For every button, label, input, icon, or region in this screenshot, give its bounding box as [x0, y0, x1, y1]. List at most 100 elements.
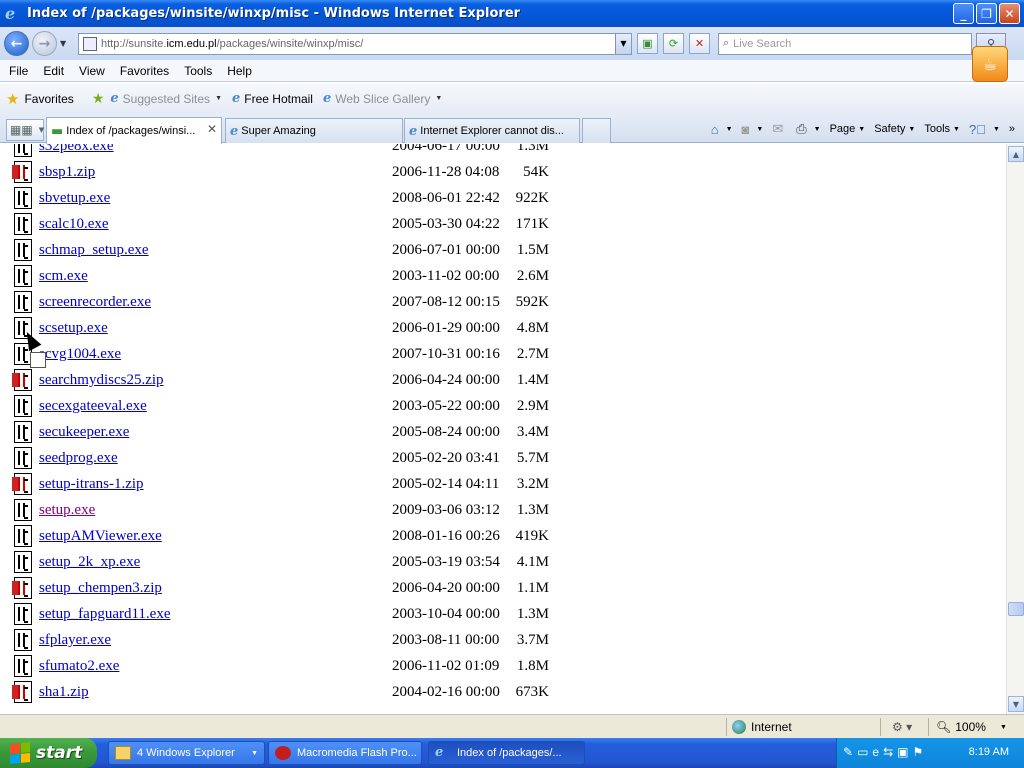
list-item: secexgateeval.exe 2003-05-22 00:00 2.9M: [0, 395, 1000, 421]
add-favorite-icon[interactable]: ★: [92, 90, 105, 107]
fav-suggested-sites[interactable]: e Suggested Sites ▼: [110, 91, 222, 106]
address-dropdown[interactable]: ▼: [615, 33, 631, 54]
address-bar[interactable]: http://sunsite.icm.edu.pl/packages/winsi…: [78, 32, 632, 55]
tray-ie-icon[interactable]: e: [872, 745, 879, 759]
fav-free-hotmail[interactable]: e Free Hotmail: [232, 91, 313, 106]
toolbar-addon-icon[interactable]: ☕: [972, 46, 1008, 82]
file-link[interactable]: seedprog.exe: [39, 450, 118, 467]
file-date: 2006-07-01 00:00: [392, 242, 500, 258]
file-link[interactable]: secexgateeval.exe: [39, 398, 147, 415]
taskbar-ie[interactable]: e Index of /packages/...: [428, 741, 585, 765]
tray-tool-icon[interactable]: ✎: [843, 745, 853, 759]
file-link[interactable]: scm.exe: [39, 268, 88, 285]
zoom-level[interactable]: 🔍︎ 100% ▼: [936, 720, 1007, 734]
compatibility-view-button[interactable]: ▣: [637, 33, 658, 54]
list-item: s32pe8x.exe 2004-06-17 00:00 1.3M: [0, 144, 1000, 161]
file-link[interactable]: sbvetup.exe: [39, 190, 110, 207]
file-link[interactable]: scsetup.exe: [39, 320, 108, 337]
file-link[interactable]: s32pe8x.exe: [39, 144, 114, 155]
tray-flag-icon[interactable]: ⚑: [913, 745, 924, 759]
more-chevron[interactable]: »: [1009, 123, 1015, 135]
taskbar-windows-explorer[interactable]: 4 Windows Explorer ▼: [108, 741, 265, 765]
file-link[interactable]: schmap_setup.exe: [39, 242, 149, 259]
refresh-button[interactable]: ⟳: [663, 33, 684, 54]
chevron-down-icon: ▼: [435, 95, 443, 102]
tray-network-icon[interactable]: ⇆: [883, 745, 893, 759]
file-date: 2007-10-31 00:16: [392, 346, 500, 362]
list-item: setupAMViewer.exe 2008-01-16 00:26 419K: [0, 525, 1000, 551]
feeds-button[interactable]: ◙ ▼: [742, 122, 764, 137]
file-size: 673K: [515, 684, 549, 700]
start-button[interactable]: start: [0, 738, 97, 768]
file-link[interactable]: setup.exe: [39, 502, 95, 519]
menu-file[interactable]: File: [3, 64, 34, 78]
file-link[interactable]: sfplayer.exe: [39, 632, 111, 649]
file-size: 2.6M: [516, 268, 549, 284]
address-row: ← → ▼ http://sunsite.icm.edu.pl/packages…: [0, 27, 1024, 60]
file-link[interactable]: setup-itrans-1.zip: [39, 476, 144, 493]
back-button[interactable]: ←: [4, 31, 29, 56]
tray-security-icon[interactable]: ▣: [897, 745, 908, 759]
printer-icon: ⎙: [796, 121, 807, 136]
close-button[interactable]: ✕: [999, 3, 1020, 24]
scroll-thumb[interactable]: [1008, 602, 1024, 616]
read-mail-button[interactable]: ✉: [772, 121, 787, 137]
file-link[interactable]: setupAMViewer.exe: [39, 528, 162, 545]
file-link[interactable]: setup_2k_xp.exe: [39, 554, 140, 571]
menu-help[interactable]: Help: [221, 64, 258, 78]
tools-menu[interactable]: Tools ▼: [924, 123, 960, 135]
taskbar-flash[interactable]: Macromedia Flash Pro...: [268, 741, 422, 765]
tab-super-amazing[interactable]: e Super Amazing: [225, 118, 403, 143]
file-link[interactable]: secukeeper.exe: [39, 424, 129, 441]
menu-favorites[interactable]: Favorites: [114, 64, 175, 78]
new-tab-button[interactable]: [582, 118, 611, 143]
file-link[interactable]: setup_fapguard11.exe: [39, 606, 170, 623]
file-link[interactable]: sbsp1.zip: [39, 164, 95, 181]
file-link[interactable]: searchmydiscs25.zip: [39, 372, 164, 389]
home-button[interactable]: ⌂ ▼: [711, 122, 733, 137]
restore-button[interactable]: ❐: [976, 3, 997, 24]
minimize-button[interactable]: _: [953, 3, 974, 24]
tab-ie-cannot-display[interactable]: e Internet Explorer cannot dis...: [404, 118, 580, 143]
address-url[interactable]: http://sunsite.icm.edu.pl/packages/winsi…: [101, 38, 363, 50]
tray-monitor-icon[interactable]: ▭: [857, 745, 868, 759]
protected-mode-icon[interactable]: ⚙ ▾: [892, 720, 912, 734]
menu-tools[interactable]: Tools: [178, 64, 218, 78]
fav-web-slice-gallery[interactable]: e Web Slice Gallery ▼: [323, 91, 442, 106]
menu-edit[interactable]: Edit: [37, 64, 70, 78]
safety-menu[interactable]: Safety ▼: [874, 123, 915, 135]
forward-button[interactable]: →: [32, 31, 57, 56]
stop-button[interactable]: ✕: [689, 33, 710, 54]
favorites-button[interactable]: Favorites: [24, 92, 73, 106]
file-date: 2005-03-30 04:22: [392, 216, 500, 232]
list-item: setup_chempen3.zip 2006-04-20 00:00 1.1M: [0, 577, 1000, 603]
file-link[interactable]: screenrecorder.exe: [39, 294, 151, 311]
file-size: 419K: [515, 528, 549, 544]
file-link[interactable]: scvg1004.exe: [39, 346, 121, 363]
file-size: 4.1M: [516, 554, 549, 570]
file-link[interactable]: sha1.zip: [39, 684, 89, 701]
file-link[interactable]: setup_chempen3.zip: [39, 580, 162, 597]
help-menu[interactable]: ?⃝ ▼: [969, 122, 1000, 137]
vertical-scrollbar[interactable]: ▲ ▼: [1006, 144, 1024, 714]
file-link[interactable]: sfumato2.exe: [39, 658, 119, 675]
scroll-down-button[interactable]: ▼: [1008, 696, 1024, 712]
list-item: schmap_setup.exe 2006-07-01 00:00 1.5M: [0, 239, 1000, 265]
clock: 8:19 AM: [968, 746, 1009, 758]
zip-marker-icon: [12, 581, 18, 595]
file-date: 2005-03-19 03:54: [392, 554, 500, 570]
security-zone[interactable]: Internet: [732, 720, 792, 734]
close-tab-icon[interactable]: ✕: [207, 122, 217, 136]
menu-view[interactable]: View: [73, 64, 111, 78]
file-link[interactable]: scalc10.exe: [39, 216, 109, 233]
tab-index-packages[interactable]: ▬ Index of /packages/winsi... ✕: [46, 117, 222, 144]
window-title: Index of /packages/winsite/winxp/misc - …: [27, 6, 521, 21]
print-button[interactable]: ⎙ ▼: [796, 121, 820, 137]
search-input[interactable]: ⌕ Live Search: [718, 32, 972, 55]
history-dropdown[interactable]: ▼: [60, 39, 72, 48]
scroll-up-button[interactable]: ▲: [1008, 146, 1024, 162]
ie-icon: e: [435, 745, 444, 760]
quick-tabs-button[interactable]: ▦▦ ▼: [6, 119, 44, 141]
list-item: scm.exe 2003-11-02 00:00 2.6M: [0, 265, 1000, 291]
page-menu[interactable]: Page ▼: [830, 123, 866, 135]
